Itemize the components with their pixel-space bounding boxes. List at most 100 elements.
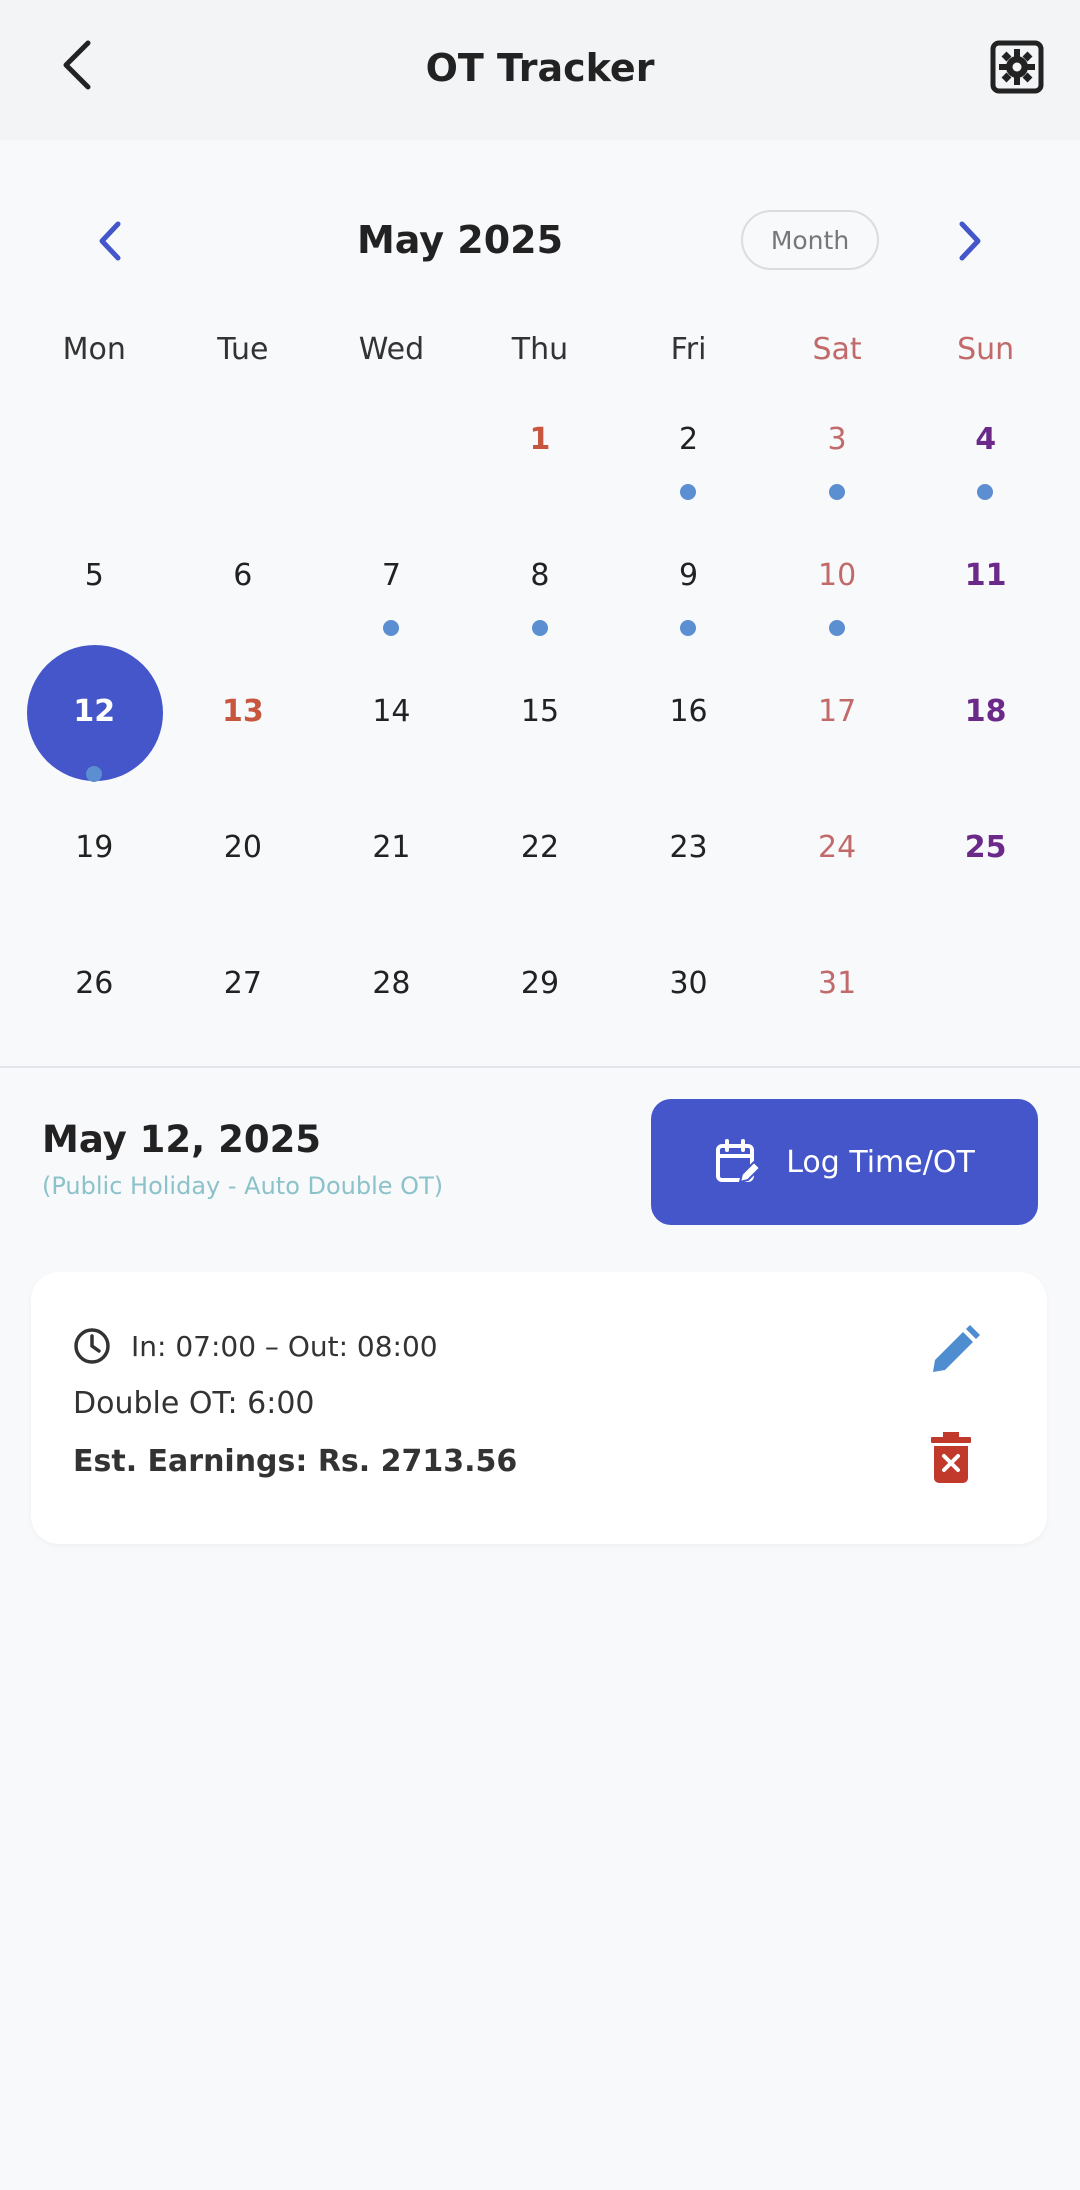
day-number: 22 bbox=[520, 830, 560, 865]
day-number: 12 bbox=[73, 694, 116, 729]
calendar-week: 26 27 28 29 30 31 bbox=[20, 944, 1060, 1080]
weekday-label: Fri bbox=[670, 332, 707, 367]
day-number: 2 bbox=[678, 422, 699, 457]
entry-marker-dot bbox=[828, 620, 845, 636]
calendar-day[interactable]: 29 bbox=[466, 944, 615, 1080]
entry-marker-dot bbox=[531, 620, 548, 636]
day-number: 16 bbox=[669, 694, 708, 729]
app-bar: OT Tracker bbox=[0, 0, 1080, 140]
day-number: 10 bbox=[818, 558, 857, 593]
day-number: 13 bbox=[221, 694, 264, 729]
calendar-day[interactable]: 23 bbox=[614, 808, 763, 944]
calendar-day[interactable]: 1 bbox=[466, 400, 615, 536]
day-number: 20 bbox=[223, 830, 262, 865]
day-number: 11 bbox=[964, 558, 1007, 593]
ot-entry-card: In: 07:00 – Out: 08:00 Double OT: 6:00 E… bbox=[31, 1272, 1047, 1544]
calendar-empty-cell bbox=[20, 400, 169, 536]
calendar-day[interactable]: 20 bbox=[169, 808, 318, 944]
entry-marker-dot bbox=[828, 484, 845, 500]
calendar-week: 5 6 7 8 9 10 11 bbox=[20, 536, 1060, 672]
day-number: 5 bbox=[84, 558, 104, 593]
edit-button[interactable] bbox=[927, 1324, 981, 1378]
calendar-day[interactable]: 22 bbox=[466, 808, 615, 944]
day-number: 8 bbox=[530, 558, 550, 593]
calendar-day[interactable]: 12 bbox=[20, 672, 169, 808]
calendar-day[interactable]: 27 bbox=[169, 944, 318, 1080]
calendar-day[interactable]: 30 bbox=[614, 944, 763, 1080]
entry-marker-dot bbox=[680, 484, 697, 500]
day-number: 21 bbox=[372, 830, 411, 865]
calendar-day[interactable]: 21 bbox=[317, 808, 466, 944]
divider bbox=[0, 1066, 1080, 1068]
calendar-day[interactable]: 13 bbox=[169, 672, 318, 808]
next-month-button[interactable] bbox=[946, 218, 992, 264]
calendar-empty-cell bbox=[911, 944, 1060, 1080]
format-toggle-button[interactable]: Month bbox=[741, 210, 879, 270]
entry-marker-dot bbox=[383, 620, 400, 636]
day-number: 31 bbox=[818, 966, 857, 1001]
calendar-day[interactable]: 5 bbox=[20, 536, 169, 672]
calendar-day[interactable]: 17 bbox=[763, 672, 912, 808]
calendar-day[interactable]: 26 bbox=[20, 944, 169, 1080]
calendar-empty-cell bbox=[169, 400, 318, 536]
day-number: 9 bbox=[678, 558, 699, 593]
day-number: 3 bbox=[827, 422, 847, 457]
log-time-label: Log Time/OT bbox=[786, 1144, 975, 1180]
time-range: In: 07:00 – Out: 08:00 bbox=[131, 1329, 438, 1363]
weekday-label: Tue bbox=[217, 332, 269, 367]
day-number: 6 bbox=[233, 558, 253, 593]
day-number: 24 bbox=[818, 830, 857, 865]
calendar-day[interactable]: 11 bbox=[911, 536, 1060, 672]
day-number: 28 bbox=[372, 966, 411, 1001]
calendar-day[interactable]: 14 bbox=[317, 672, 466, 808]
day-number: 30 bbox=[669, 966, 708, 1001]
page-title: OT Tracker bbox=[425, 46, 655, 90]
calendar-week: 1 2 3 4 bbox=[20, 400, 1060, 536]
log-time-button[interactable]: Log Time/OT bbox=[651, 1099, 1038, 1225]
selected-date: May 12, 2025 bbox=[42, 1118, 322, 1161]
day-number: 1 bbox=[529, 422, 551, 457]
calendar-day[interactable]: 7 bbox=[317, 536, 466, 672]
day-number: 19 bbox=[75, 830, 114, 865]
holiday-note: (Public Holiday - Auto Double OT) bbox=[42, 1172, 444, 1200]
calendar-day[interactable]: 4 bbox=[911, 400, 1060, 536]
delete-button[interactable] bbox=[929, 1432, 973, 1484]
calendar-day[interactable]: 15 bbox=[466, 672, 615, 808]
calendar-day[interactable]: 25 bbox=[911, 808, 1060, 944]
calendar-day[interactable]: 6 bbox=[169, 536, 318, 672]
calendar-day[interactable]: 24 bbox=[763, 808, 912, 944]
day-number: 18 bbox=[964, 694, 1007, 729]
calendar-header: May 2025 Month bbox=[0, 200, 1080, 280]
calendar-day[interactable]: 28 bbox=[317, 944, 466, 1080]
entry-marker-dot bbox=[86, 766, 102, 782]
day-number: 27 bbox=[223, 966, 262, 1001]
day-number: 14 bbox=[372, 694, 411, 729]
calendar-week: 12 13 14 15 16 17 18 bbox=[20, 672, 1060, 808]
calendar-day[interactable]: 16 bbox=[614, 672, 763, 808]
entry-marker-dot bbox=[680, 620, 697, 636]
calendar-day[interactable]: 2 bbox=[614, 400, 763, 536]
weekday-label: Sat bbox=[812, 332, 862, 367]
clock-icon bbox=[74, 1328, 110, 1364]
weekday-row: Mon Tue Wed Thu Fri Sat Sun bbox=[20, 320, 1060, 380]
calendar-grid: 1 2 3 4 5 6 7 8 9 10 11 12 13 14 15 16 17 18 19 20 21 22 23 24 2… bbox=[20, 400, 1060, 1080]
calendar-day[interactable]: 8 bbox=[466, 536, 615, 672]
calendar-day[interactable]: 9 bbox=[614, 536, 763, 672]
month-title: May 2025 bbox=[356, 218, 564, 262]
entry-marker-dot bbox=[977, 484, 994, 500]
calendar-empty-cell bbox=[317, 400, 466, 536]
calendar-day[interactable]: 10 bbox=[763, 536, 912, 672]
weekday-label: Thu bbox=[511, 332, 569, 367]
day-number: 25 bbox=[964, 830, 1007, 865]
calendar-edit-icon bbox=[716, 1139, 762, 1184]
calendar-day[interactable]: 31 bbox=[763, 944, 912, 1080]
settings-button[interactable] bbox=[990, 40, 1044, 94]
calendar-day[interactable]: 18 bbox=[911, 672, 1060, 808]
trash-icon bbox=[931, 1432, 971, 1483]
weekday-label: Wed bbox=[358, 332, 425, 367]
prev-month-button[interactable] bbox=[88, 218, 134, 264]
calendar-day[interactable]: 3 bbox=[763, 400, 912, 536]
calendar-day[interactable]: 19 bbox=[20, 808, 169, 944]
calendar-week: 19 20 21 22 23 24 25 bbox=[20, 808, 1060, 944]
pencil-icon bbox=[933, 1325, 980, 1372]
